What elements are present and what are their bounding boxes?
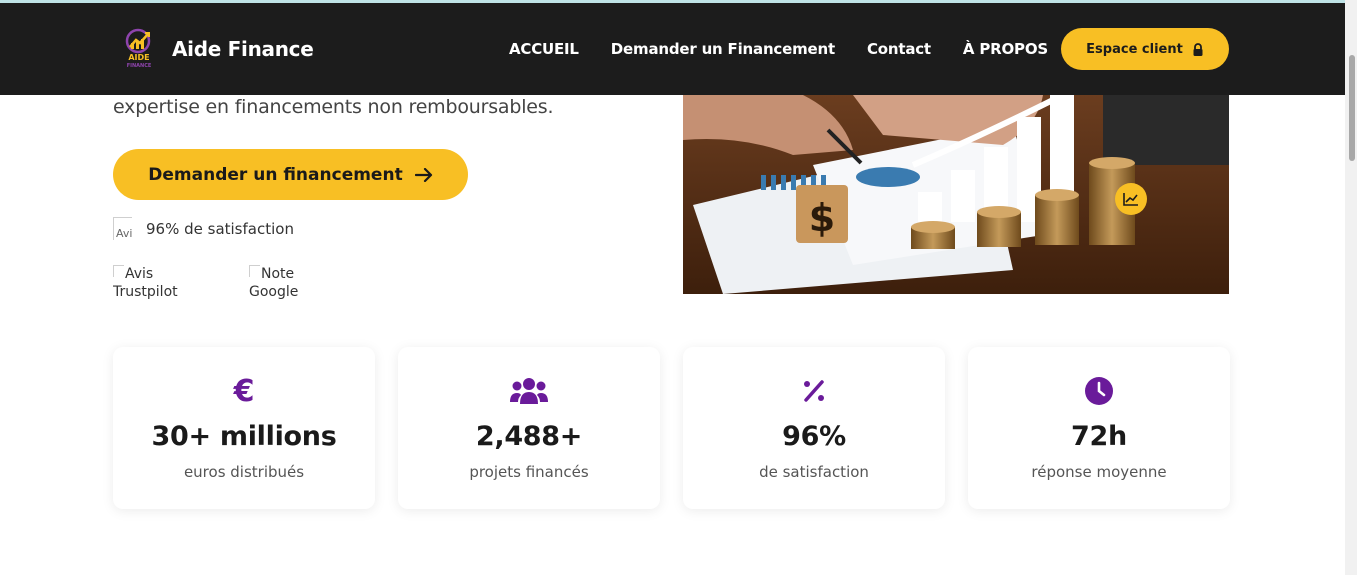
hero-text: expertise en financements non remboursab…: [113, 96, 554, 118]
scrollbar-thumb[interactable]: [1349, 55, 1355, 161]
nav-contact[interactable]: Contact: [867, 40, 931, 58]
brand[interactable]: AIDE FINANCE Aide Finance: [118, 27, 314, 71]
logo-text: AIDE: [128, 53, 149, 62]
euro-icon: €: [233, 373, 255, 409]
stat-value: 30+ millions: [151, 421, 337, 452]
logo: AIDE FINANCE: [118, 27, 162, 71]
lock-icon: [1193, 42, 1203, 56]
chart-line-icon: [1123, 193, 1138, 206]
nav-a-propos[interactable]: À PROPOS: [963, 40, 1048, 58]
clock-icon: [968, 375, 1230, 407]
arrow-right-icon: [414, 167, 432, 182]
trustpilot-badge[interactable]: Avis Trustpilot: [113, 265, 203, 300]
users-icon: [398, 375, 660, 407]
stat-value: 72h: [1071, 421, 1127, 452]
stat-value: 2,488+: [475, 421, 583, 452]
stat-label: euros distribués: [183, 463, 305, 481]
broken-image-icon: Avis: [113, 217, 132, 240]
stat-card: 72h réponse moyenne: [968, 347, 1230, 509]
stat-card: 2,488+ projets financés: [398, 347, 660, 509]
logo-subtext: FINANCE: [127, 63, 152, 69]
stat-label: de satisfaction: [759, 463, 869, 481]
brand-name: Aide Finance: [172, 37, 314, 61]
hero-photo: $: [683, 95, 1229, 294]
navbar: AIDE FINANCE Aide Finance ACCUEIL Demand…: [0, 3, 1345, 95]
main-nav: ACCUEIL Demander un Financement Contact …: [509, 40, 1080, 58]
stat-label: projets financés: [469, 463, 589, 481]
broken-image-icon: [113, 265, 124, 277]
broken-image-icon: [249, 265, 260, 277]
satisfaction-img-alt: Avis: [116, 227, 132, 240]
google-badge[interactable]: Note Google: [249, 265, 339, 300]
stat-value: 96%: [782, 421, 846, 452]
chart-icon-button[interactable]: [1115, 183, 1147, 215]
stat-card: € 30+ millions euros distribués: [113, 347, 375, 509]
nav-demander-financement[interactable]: Demander un Financement: [611, 40, 835, 58]
nav-accueil[interactable]: ACCUEIL: [509, 40, 579, 58]
stat-card: 96% de satisfaction: [683, 347, 945, 509]
cta-label: Demander un financement: [148, 164, 403, 185]
satisfaction-text: 96% de satisfaction: [146, 219, 294, 238]
espace-client-button[interactable]: Espace client: [1061, 28, 1229, 70]
stat-label: réponse moyenne: [1031, 463, 1167, 481]
demander-financement-button[interactable]: Demander un financement: [113, 149, 468, 200]
satisfaction-row: Avis 96% de satisfaction: [113, 217, 294, 240]
percent-icon: [683, 375, 945, 407]
espace-client-label: Espace client: [1086, 41, 1183, 57]
svg-text:$: $: [809, 196, 835, 240]
